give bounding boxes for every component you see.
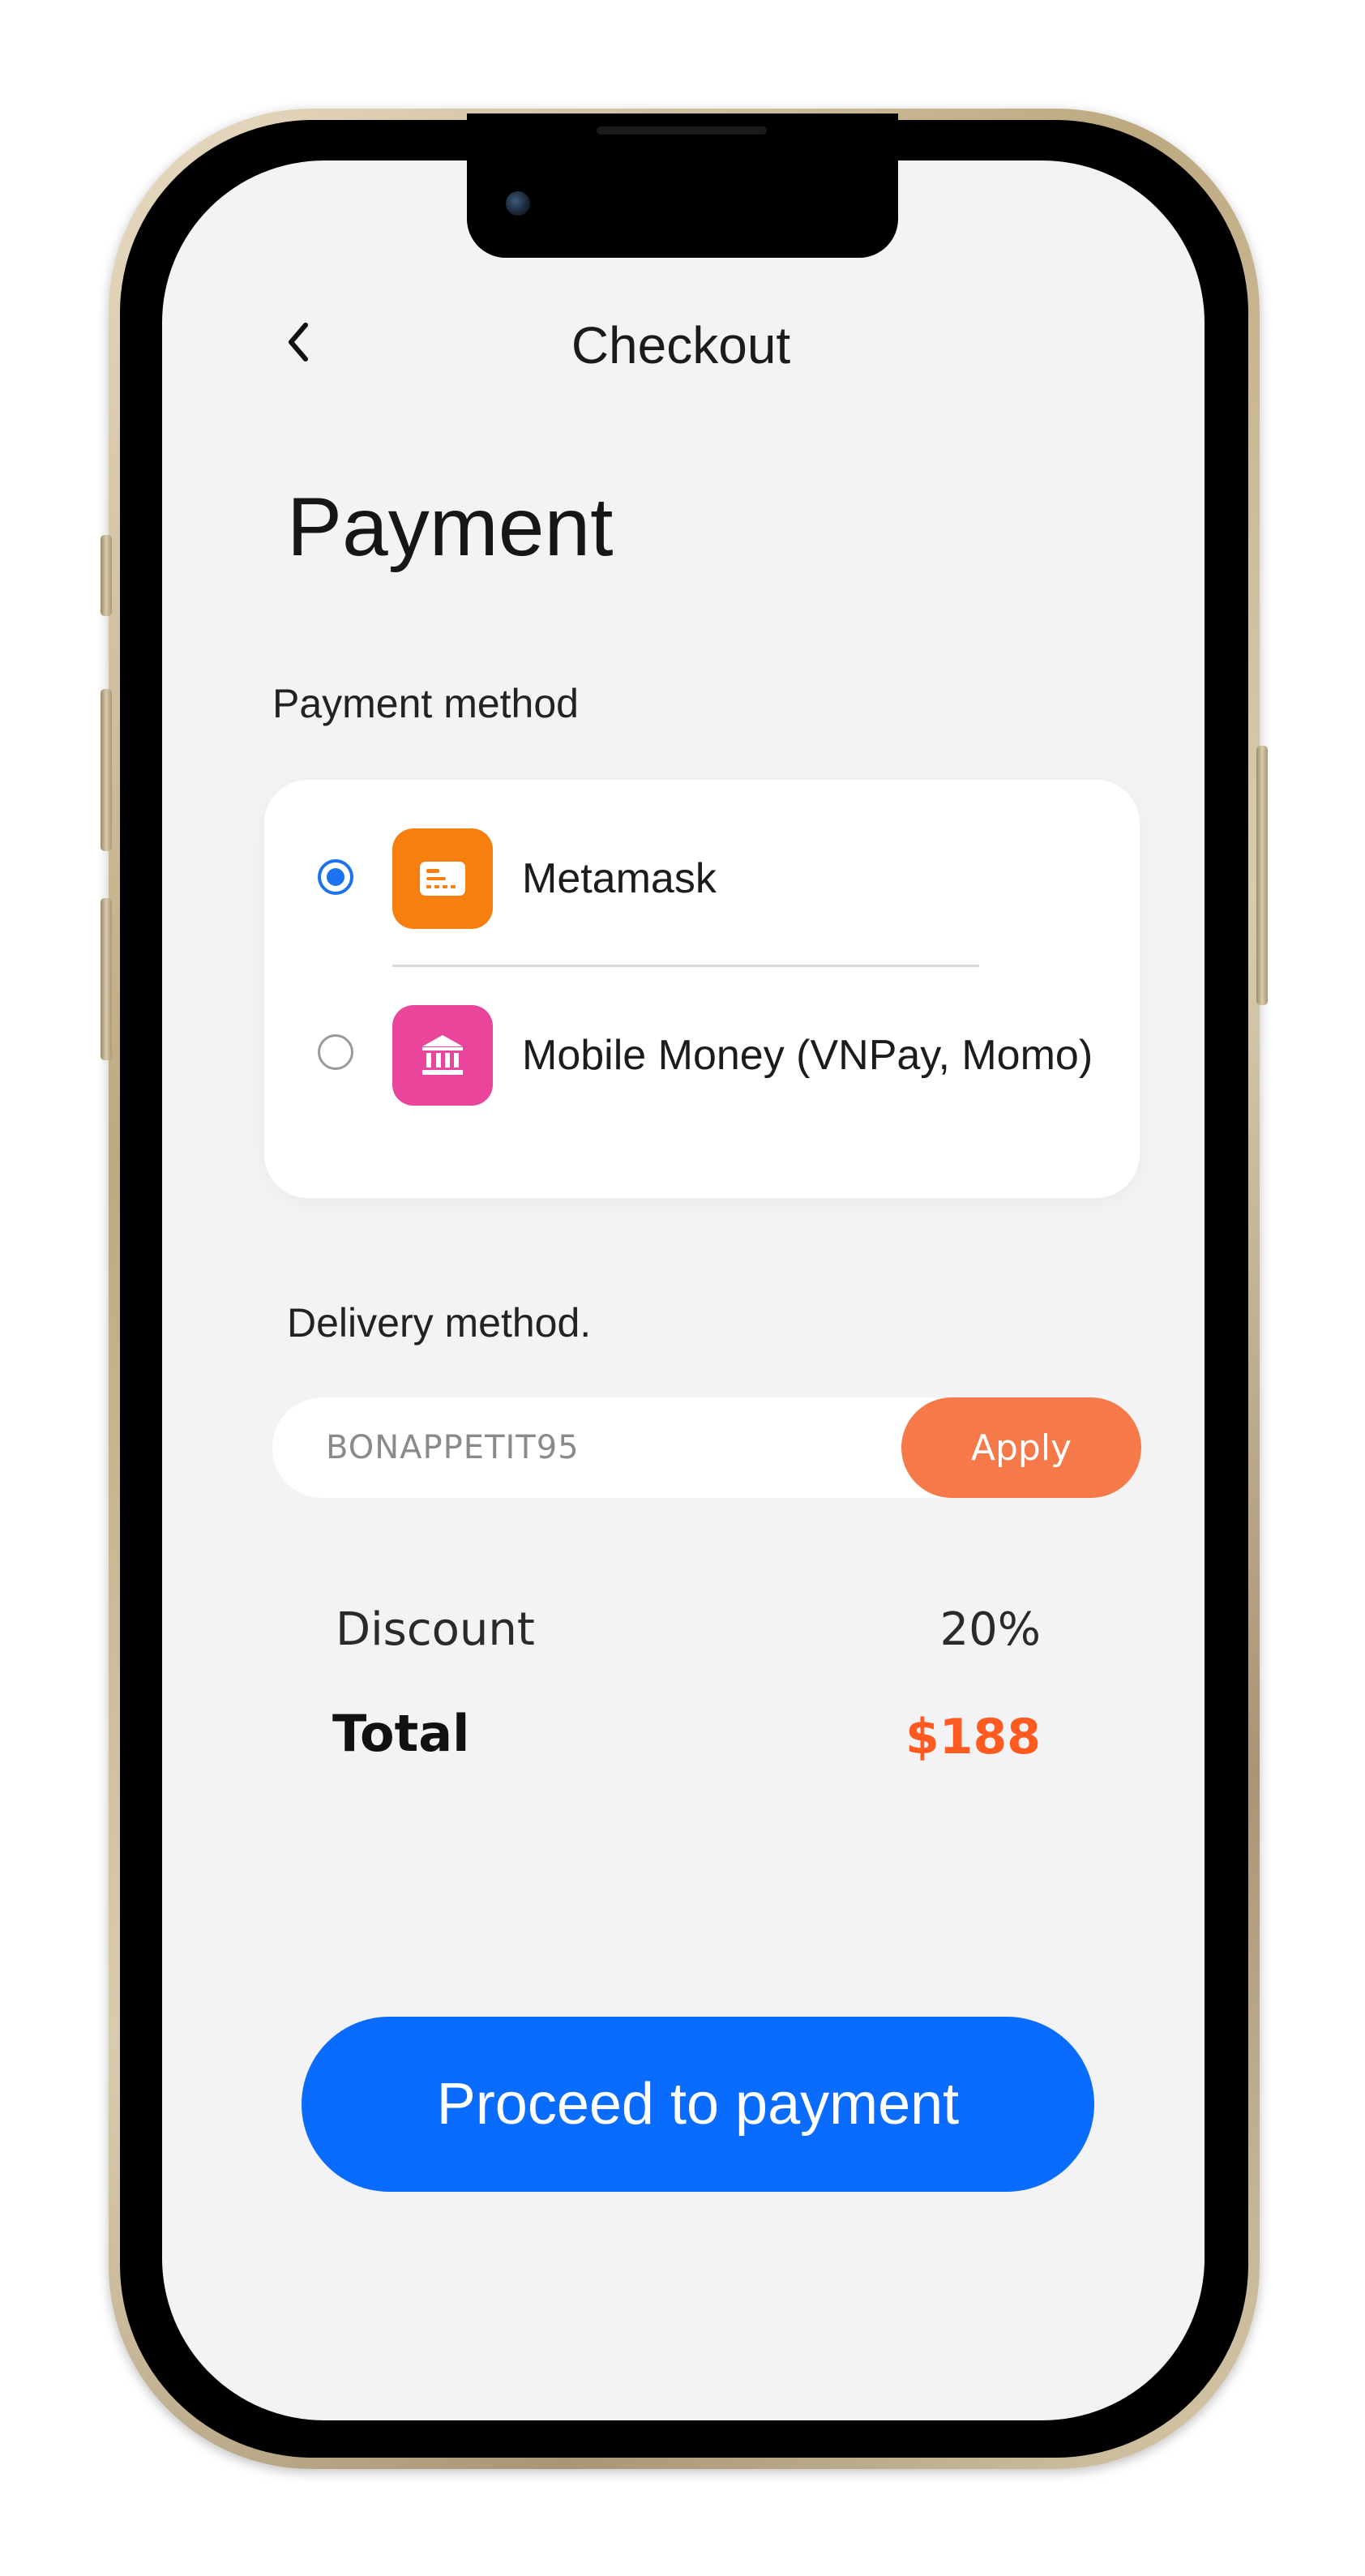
discount-label: Discount [336,1603,535,1656]
metamask-option-icon [392,828,493,929]
silent-switch [101,535,112,616]
proceed-to-payment-button[interactable]: Proceed to payment [302,2017,1094,2192]
power-button [1256,746,1268,1005]
back-button[interactable] [276,319,321,365]
radio-metamask[interactable] [318,859,353,895]
header-title: Checkout [571,316,791,374]
page-title: Payment [287,481,614,573]
radio-mobile-money[interactable] [318,1034,353,1070]
promo-code-input[interactable] [324,1417,851,1478]
delivery-method-label: Delivery method. [287,1300,592,1346]
payment-method-label: Payment method [272,681,579,726]
bank-icon [422,1035,463,1075]
chevron-left-icon [289,323,308,362]
method-divider [392,965,979,967]
discount-value: 20% [939,1603,1041,1656]
card-icon [420,862,465,896]
speaker-grille [597,126,767,135]
volume-up-button [101,689,112,851]
notch [467,113,898,258]
front-camera [506,191,530,216]
mobile-money-option-icon [392,1005,493,1106]
volume-down-button [101,898,112,1060]
total-label: Total [332,1704,470,1763]
metamask-option-label[interactable]: Metamask [522,853,717,905]
apply-button[interactable]: Apply [901,1397,1141,1498]
mobile-money-option-label[interactable]: Mobile Money (VNPay, Momo) [522,1029,1093,1081]
total-value: $188 [905,1709,1041,1765]
